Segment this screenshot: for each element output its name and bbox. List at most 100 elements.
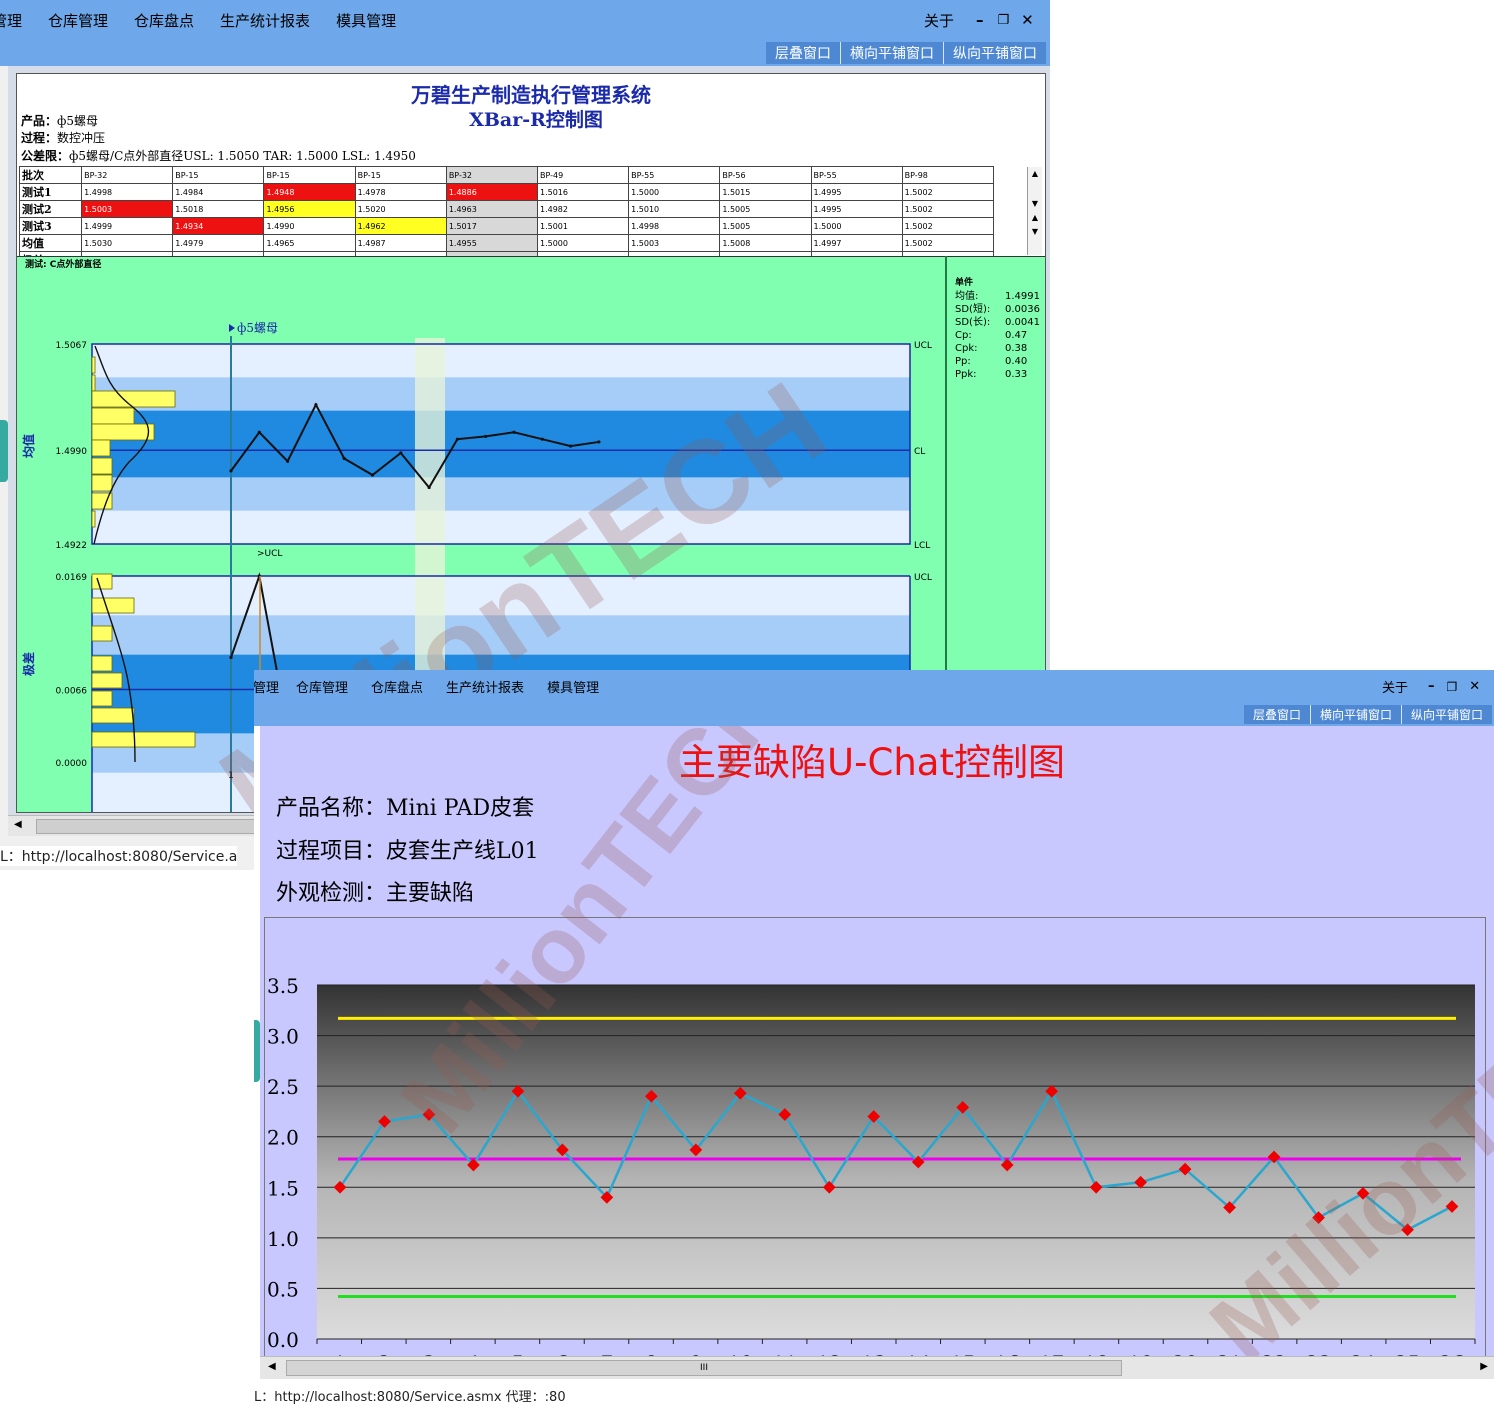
table-header-cell: BP-56	[719, 166, 812, 184]
menu-item-management[interactable]: 管理	[0, 10, 22, 31]
scroll-thumb[interactable]	[36, 819, 278, 834]
table-cell-warning: 1.4962	[354, 217, 447, 235]
close-icon[interactable]: ✕	[1021, 11, 1034, 29]
xbar-series-point	[512, 430, 516, 434]
stat-name: Cp:	[955, 330, 972, 341]
restore-icon[interactable]: ❐	[1447, 680, 1458, 694]
cascade-window-button[interactable]: 层叠窗口	[1244, 705, 1310, 724]
menu-item-inventory[interactable]: 仓库盘点	[371, 677, 423, 696]
y-tick-label: 1.4922	[56, 541, 88, 551]
cascade-window-button[interactable]: 层叠窗口	[766, 42, 840, 64]
ucl-label: UCL	[914, 341, 932, 351]
status-bar: L：http://localhost:8080/Service.asmx 代理：…	[254, 1386, 566, 1405]
menu-item-production-report[interactable]: 生产统计报表	[220, 10, 310, 31]
scroll-down-icon[interactable]: ▼	[1028, 197, 1042, 211]
y-tick-label: 2.0	[267, 1126, 299, 1150]
status-bar: L：http://localhost:8080/Service.a	[0, 846, 238, 866]
histogram-bar	[91, 597, 135, 614]
table-cell-out-of-spec: 1.4948	[263, 183, 356, 201]
window-toolbar: 层叠窗口 横向平铺窗口 纵向平铺窗口	[254, 703, 1494, 726]
histogram-bar	[91, 672, 123, 689]
y-tick-label: 0.5	[267, 1277, 299, 1301]
xbar-series-point	[314, 403, 318, 407]
tile-horizontal-button[interactable]: 横向平铺窗口	[1309, 705, 1401, 724]
stat-row: Ppk: 0.33	[955, 368, 1040, 381]
y-tick-label: 3.5	[267, 974, 299, 998]
histogram-bar	[91, 407, 135, 425]
table-cell: 1.4963	[445, 200, 538, 218]
table-cell: 1.5030	[81, 234, 174, 252]
table-header-cell: BP-32	[445, 166, 538, 184]
minimize-icon[interactable]: –	[1428, 679, 1435, 694]
stat-name: Cpk:	[955, 343, 978, 354]
table-cell: 1.4978	[354, 183, 447, 201]
scroll-left-icon[interactable]: ◀	[268, 1361, 276, 1372]
histogram-bar	[91, 356, 96, 374]
menu-item-warehouse[interactable]: 仓库管理	[296, 677, 348, 696]
table-cell-out-of-spec: 1.4934	[172, 217, 265, 235]
menu-item-warehouse[interactable]: 仓库管理	[48, 10, 108, 31]
about-menu[interactable]: 关于	[1382, 677, 1408, 696]
scroll-thumb[interactable]: III	[286, 1360, 1122, 1376]
stat-row: 均值: 1.4991	[955, 290, 1040, 303]
histogram-bar	[91, 457, 113, 475]
table-cell: 1.4982	[536, 200, 630, 218]
xbar-series-point	[342, 456, 346, 461]
table-row: 测试2 1.5003 1.5018 1.4956 1.5020 1.4963 1…	[18, 200, 995, 218]
stat-value: 0.38	[1005, 343, 1028, 354]
left-splitter-handle[interactable]	[0, 420, 8, 482]
window-toolbar: 层叠窗口 横向平铺窗口 纵向平铺窗口	[0, 40, 1050, 66]
tile-vertical-button[interactable]: 纵向平铺窗口	[1400, 705, 1492, 724]
table-cell: 1.5001	[536, 217, 630, 235]
table-cell: 1.5008	[719, 234, 812, 252]
stat-row: SD(长): 0.0041	[955, 316, 1040, 329]
table-scrollbar[interactable]: ▲ ▼ ▲ ▼	[1027, 167, 1042, 255]
scroll-up-icon[interactable]: ▲	[1028, 211, 1042, 225]
table-cell: 1.5002	[901, 200, 995, 218]
xbar-series-point	[399, 451, 403, 455]
table-cell: 1.4997	[810, 234, 903, 252]
scroll-thumb-grip: III	[700, 1363, 708, 1373]
ucl-violation-label: >UCL	[257, 549, 282, 559]
table-header-cell: BP-55	[628, 166, 721, 184]
stats-panel: 单件 均值: 1.4991 SD(短): 0.0036 SD(长): 0.0041 C…	[955, 277, 1040, 381]
tolerance-label: 公差限：	[21, 149, 70, 163]
restore-icon[interactable]: ❐	[998, 13, 1010, 28]
menu-item-mold[interactable]: 模具管理	[336, 10, 396, 31]
menu-bar: 管理 仓库管理 仓库盘点 生产统计报表 模具管理 关于 – ❐ ✕	[254, 670, 1494, 703]
xbar-axis-title: 均值	[21, 434, 36, 458]
tile-vertical-button[interactable]: 纵向平铺窗口	[943, 42, 1046, 64]
table-cell: 1.4998	[81, 183, 174, 201]
series-label: ф5螺母	[237, 321, 278, 335]
process-item-value: 皮套生产线L01	[386, 839, 539, 864]
product-line: 产品：ф5螺母	[21, 112, 98, 129]
scroll-down-icon[interactable]: ▼	[1028, 225, 1042, 239]
histogram-bar	[91, 690, 113, 707]
menu-bar: 管理 仓库管理 仓库盘点 生产统计报表 模具管理 关于 – ❐ ✕	[0, 0, 1050, 40]
scroll-left-icon[interactable]: ◀	[14, 819, 22, 830]
menu-item-mold[interactable]: 模具管理	[547, 677, 599, 696]
table-cell: 1.5000	[628, 183, 721, 201]
close-icon[interactable]: ✕	[1469, 679, 1480, 694]
stat-row: Pp: 0.40	[955, 355, 1040, 368]
process-label: 过程：	[21, 131, 58, 145]
scroll-right-icon[interactable]: ▶	[1480, 1361, 1488, 1372]
info-line: 过程项目：皮套生产线L01	[276, 833, 539, 865]
table-cell: 1.4965	[263, 234, 356, 252]
process-value: 数控冲压	[57, 131, 106, 145]
row-label: 均值	[18, 234, 83, 252]
table-row: 测试1 1.4998 1.4984 1.4948 1.4978 1.4886 1…	[18, 183, 995, 201]
series-marker-icon	[229, 324, 235, 332]
menu-item-inventory[interactable]: 仓库盘点	[134, 10, 194, 31]
stat-value: 0.47	[1005, 330, 1028, 341]
menu-item-production-report[interactable]: 生产统计报表	[446, 677, 524, 696]
tile-horizontal-button[interactable]: 横向平铺窗口	[840, 42, 943, 64]
about-menu[interactable]: 关于	[924, 10, 954, 31]
minimize-icon[interactable]: –	[976, 11, 984, 29]
row-label: 测试1	[18, 183, 83, 201]
menu-item-management[interactable]: 管理	[254, 677, 279, 696]
scroll-up-icon[interactable]: ▲	[1028, 167, 1042, 181]
stats-title: 单件	[955, 278, 974, 288]
horizontal-scrollbar[interactable]: ◀ III ▶	[260, 1356, 1494, 1379]
product-value: ф5螺母	[57, 114, 99, 128]
